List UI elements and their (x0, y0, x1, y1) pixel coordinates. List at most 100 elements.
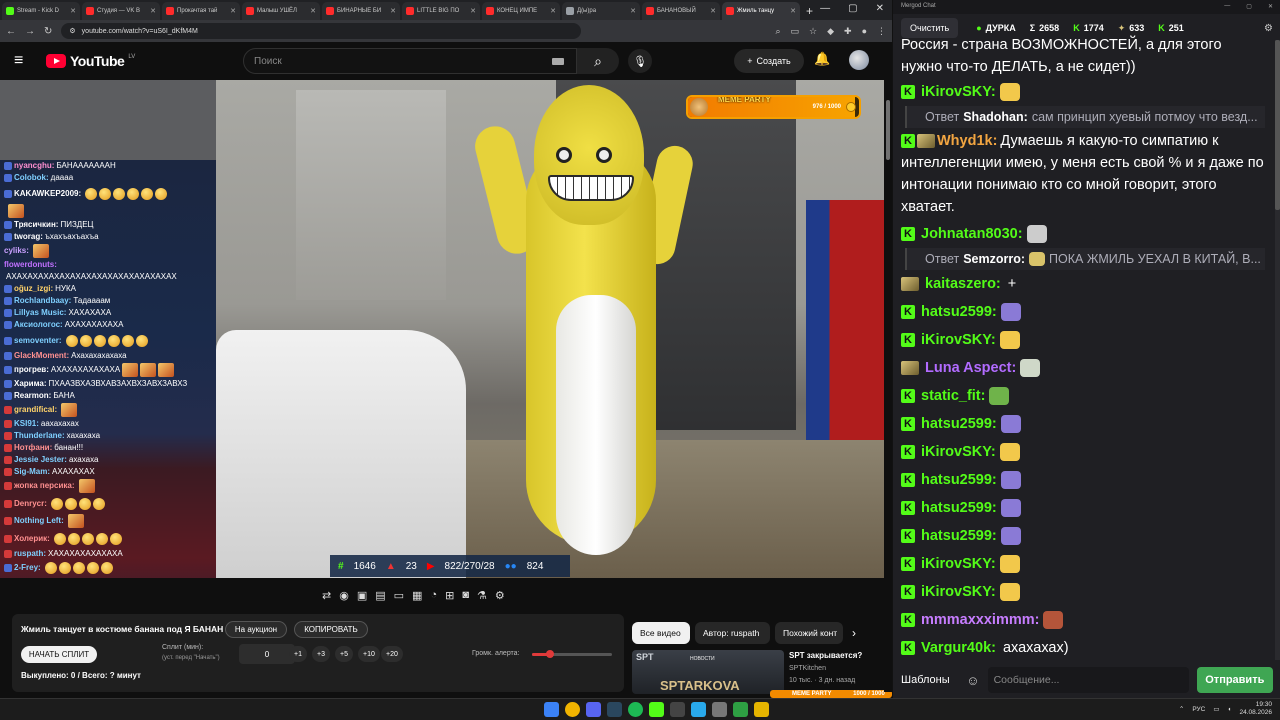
cast-icon[interactable]: ▭ (791, 26, 800, 37)
chat-nick[interactable]: iKirovSKY: (921, 84, 996, 100)
tray-chevron-icon[interactable]: ⌃ (1179, 705, 1184, 713)
obs-icon[interactable] (733, 702, 748, 717)
chat-nick[interactable]: iKirovSKY: (921, 332, 996, 348)
spotify-icon[interactable] (628, 702, 643, 717)
tab-close-icon[interactable]: ✕ (70, 7, 76, 15)
minimize-icon[interactable]: — (820, 3, 830, 14)
create-button[interactable]: + Создать (734, 49, 804, 73)
chat-nick[interactable]: hatsu2599: (921, 500, 997, 516)
templates-button[interactable]: Шаблоны (901, 674, 958, 686)
chat-nick[interactable]: iKirovSKY: (921, 444, 996, 460)
keyboard-icon[interactable] (552, 57, 564, 65)
chat-nick[interactable]: iKirovSKY: (921, 584, 996, 600)
recommended-video-title[interactable]: SPT закрывается? (789, 651, 862, 660)
puzzle-icon[interactable]: ✚ (844, 26, 852, 37)
browser-tab[interactable]: Д(ы)ра ✕ (562, 2, 640, 20)
tab-author[interactable]: Автор: ruspath (695, 622, 770, 644)
tab-close-icon[interactable]: ✕ (390, 7, 396, 15)
browser-tab[interactable]: LITTLE BIG ПО ✕ (402, 2, 480, 20)
discord-icon[interactable] (586, 702, 601, 717)
clock[interactable]: 19:30 24.08.2026 (1239, 701, 1272, 717)
send-button[interactable]: Отправить (1196, 667, 1273, 693)
menu-dots-icon[interactable]: ⋮ (877, 26, 886, 37)
close-icon[interactable]: ✕ (1268, 3, 1273, 11)
clapper-icon[interactable]: ▤ (375, 589, 385, 602)
tab-similar[interactable]: Похожий конт (775, 622, 843, 644)
copy-button[interactable]: КОПИРОВАТЬ (294, 621, 368, 638)
split-step-button[interactable]: +20 (381, 646, 403, 662)
picture-icon[interactable]: ▭ (394, 589, 404, 602)
tab-close-icon[interactable]: ✕ (150, 7, 156, 15)
chat-nick[interactable]: static_fit: (921, 388, 985, 404)
chat-nick[interactable]: hatsu2599: (921, 472, 997, 488)
chevron-right-icon[interactable]: › (852, 626, 856, 640)
settings-gear-icon[interactable]: ⚙ (1264, 23, 1273, 34)
browser-tab[interactable]: Прокачтая тай ✕ (162, 2, 240, 20)
chat-nick[interactable]: hatsu2599: (921, 416, 997, 432)
speed-icon[interactable]: ◔ (430, 589, 437, 601)
new-tab-button[interactable]: + (806, 2, 813, 20)
split-step-button[interactable]: +1 (289, 646, 307, 662)
browser-tab[interactable]: БИНАРНЫЕ БИ ✕ (322, 2, 400, 20)
url-field[interactable]: ⚙ youtube.com/watch?v=uS6I_dKfM4M (61, 23, 582, 39)
chat-reply-context[interactable]: Ответ Shadohan: сам принцип хуевый потмоу … (905, 106, 1265, 128)
loop-icon[interactable]: ⇄ (322, 589, 331, 602)
app-icon[interactable] (712, 702, 727, 717)
tab-close-icon[interactable]: ✕ (550, 7, 556, 15)
search-button[interactable]: ⌕ (577, 48, 619, 74)
profile-icon[interactable]: ● (862, 26, 867, 37)
site-info-icon[interactable]: ⚙ (69, 27, 75, 35)
recommended-video-thumbnail[interactable]: SPT НОВОСТИ SPTARKOVA (632, 650, 784, 694)
alert-volume-slider[interactable] (532, 650, 612, 658)
telegram-icon[interactable] (691, 702, 706, 717)
reload-icon[interactable]: ↻ (44, 26, 52, 37)
tab-close-icon[interactable]: ✕ (310, 7, 316, 15)
tab-close-icon[interactable]: ✕ (790, 7, 796, 15)
split-step-button[interactable]: +5 (335, 646, 353, 662)
maximize-icon[interactable]: ▢ (1246, 3, 1252, 11)
folder-icon[interactable] (754, 702, 769, 717)
chat-scrollbar[interactable] (1275, 40, 1280, 660)
tab-close-icon[interactable]: ✕ (630, 7, 636, 15)
network-icon[interactable]: ▭ (1213, 705, 1219, 713)
terminal-icon[interactable] (670, 702, 685, 717)
chat-nick[interactable]: Johnatan8030: (921, 226, 1023, 242)
flask-icon[interactable]: ⚗ (477, 589, 487, 602)
browser-tab[interactable]: Малыш УШЁЛ ✕ (242, 2, 320, 20)
windows-start-icon[interactable] (544, 702, 559, 717)
split-minutes-input[interactable]: 0 (239, 644, 295, 664)
chat-nick[interactable]: hatsu2599: (921, 528, 997, 544)
youtube-logo[interactable]: YouTube LV (46, 53, 135, 69)
tab-close-icon[interactable]: ✕ (230, 7, 236, 15)
recommended-video-channel[interactable]: SPTKitchen (789, 665, 826, 672)
film-icon[interactable]: ▦ (412, 589, 422, 602)
camera-icon[interactable]: ◙ (462, 589, 469, 601)
maximize-icon[interactable]: ▢ (848, 3, 857, 14)
zoom-icon[interactable]: ⌕ (775, 26, 780, 37)
alert-volume-knob[interactable] (545, 650, 554, 658)
chat-nick[interactable]: iKirovSKY: (921, 556, 996, 572)
screenshot-icon[interactable]: ▣ (357, 589, 367, 602)
minimize-icon[interactable]: — (1224, 3, 1230, 11)
kick-app-icon[interactable] (649, 702, 664, 717)
bookmark-star-icon[interactable]: ☆ (809, 26, 817, 37)
language-indicator[interactable]: РУС (1192, 706, 1205, 713)
settings-gear-icon[interactable]: ⚙ (495, 589, 505, 602)
split-step-button[interactable]: +3 (312, 646, 330, 662)
close-icon[interactable]: ✕ (876, 3, 884, 14)
chat-nick[interactable]: mmmaxxximmm: (921, 612, 1039, 628)
browser-tab[interactable]: КОНЕЦ ИМПЕ ✕ (482, 2, 560, 20)
auction-button[interactable]: На аукцион (225, 621, 287, 638)
chat-nick[interactable]: kaitaszero: (925, 276, 1001, 292)
start-split-button[interactable]: НАЧАТЬ СПЛИТ (21, 646, 97, 663)
page-scrollbar-thumb[interactable] (886, 100, 890, 160)
search-input[interactable]: Поиск (243, 48, 577, 74)
voice-search-button[interactable]: 🎙 (628, 49, 652, 73)
chat-nick[interactable]: Luna Aspect: (925, 360, 1016, 376)
chat-scrollbar-thumb[interactable] (1275, 40, 1280, 210)
video-player[interactable]: nyancghu: БАНАААААААН Colobok: даааа KAKAWKE… (0, 80, 884, 578)
browser-tab[interactable]: Stream - Kick D ✕ (2, 2, 80, 20)
split-step-button[interactable]: +10 (358, 646, 380, 662)
tab-close-icon[interactable]: ✕ (710, 7, 716, 15)
volume-icon[interactable]: ◖ (1228, 706, 1232, 713)
